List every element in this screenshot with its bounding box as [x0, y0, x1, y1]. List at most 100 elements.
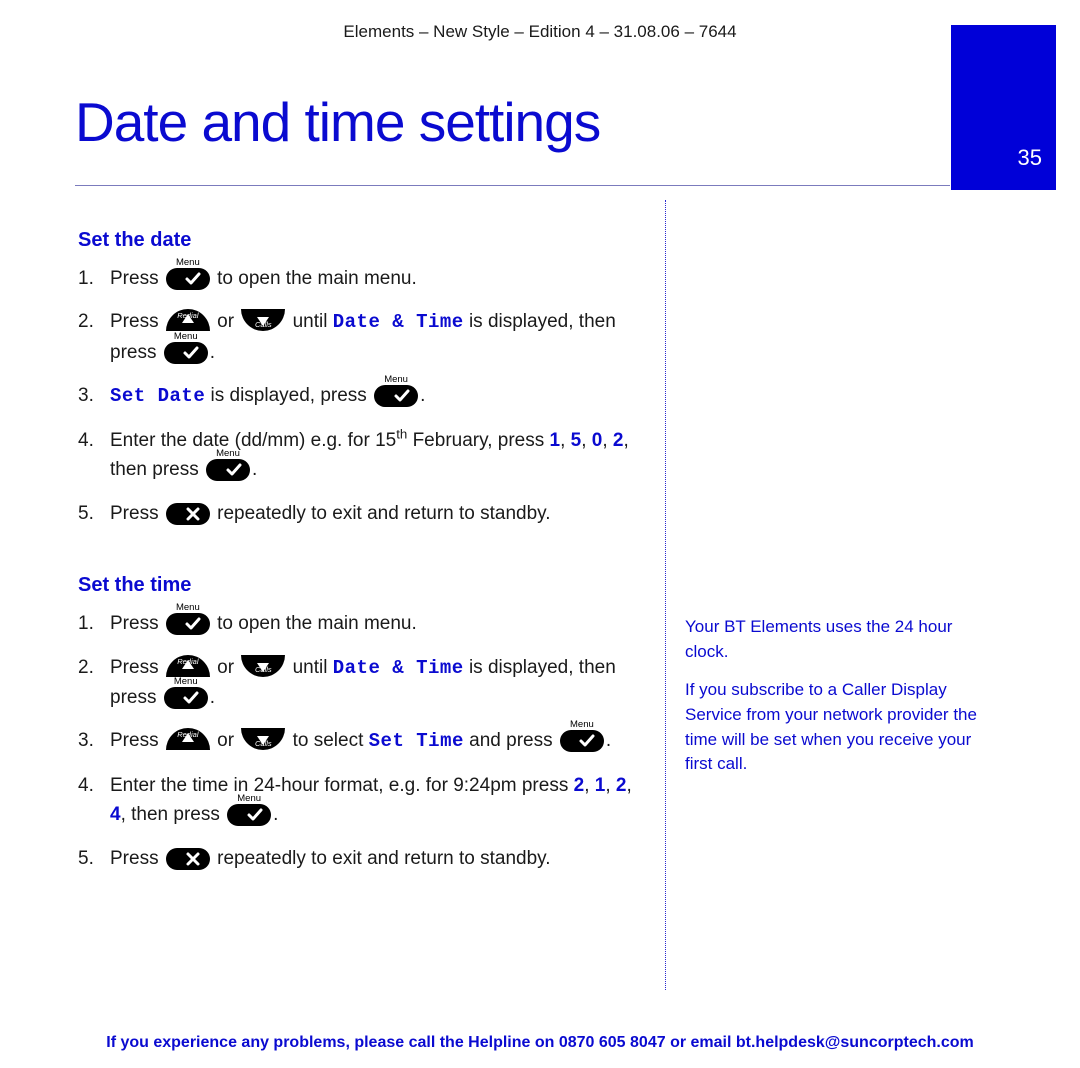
txt: to open the main menu. [217, 268, 417, 289]
step: Enter the time in 24-hour format, e.g. f… [78, 771, 638, 830]
step: Press repeatedly to exit and return to s… [78, 499, 638, 528]
cancel-cross-icon [166, 848, 210, 870]
steps-set-date: Press Menu to open the main menu. Press … [78, 264, 638, 528]
txt: . [273, 804, 278, 825]
sidebar-note: Your BT Elements uses the 24 hour clock. [685, 615, 985, 664]
txt: or [217, 311, 239, 332]
down-calls-icon: Calls [241, 728, 285, 750]
txt: th [396, 426, 407, 441]
txt: press [110, 687, 156, 708]
footer-help: If you experience any problems, please c… [0, 1034, 1080, 1052]
digit: 0 [592, 430, 603, 451]
txt: until [293, 657, 333, 678]
txt: Press [110, 730, 159, 751]
step: Press Redial or Calls until Date & Time … [78, 653, 638, 713]
icon-caption: Menu [166, 258, 210, 268]
txt: February, press [407, 430, 549, 451]
icon-caption: Menu [374, 375, 418, 385]
txt: , [602, 430, 613, 451]
step: Enter the date (dd/mm) e.g. for 15th Feb… [78, 426, 638, 485]
step: Press Redial or Calls until Date & Time … [78, 307, 638, 367]
digit: 2 [574, 775, 585, 796]
menu-check-icon: Menu [164, 342, 208, 364]
icon-caption: Menu [164, 677, 208, 687]
txt: Enter the time in 24-hour format, e.g. f… [110, 775, 574, 796]
menu-check-icon: Menu [164, 687, 208, 709]
txt: . [210, 342, 215, 363]
page-number: 35 [1018, 145, 1042, 171]
doc-header: Elements – New Style – Edition 4 – 31.08… [0, 22, 1080, 42]
txt: . [252, 459, 257, 480]
txt: is displayed, then [469, 311, 616, 332]
steps-set-time: Press Menu to open the main menu. Press … [78, 609, 638, 873]
menu-check-icon: Menu [560, 730, 604, 752]
txt: or [217, 657, 239, 678]
txt: . [606, 730, 611, 751]
txt: or [217, 730, 239, 751]
lcd-text: Date & Time [333, 657, 464, 679]
up-redial-icon: Redial [166, 309, 210, 331]
sidebar-note: If you subscribe to a Caller Display Ser… [685, 678, 985, 777]
txt: Press [110, 503, 159, 524]
menu-check-icon: Menu [166, 613, 210, 635]
up-redial-icon: Redial [166, 728, 210, 750]
icon-caption: Menu [560, 720, 604, 730]
icon-caption: Menu [227, 794, 271, 804]
title-rule [75, 185, 950, 186]
lcd-text: Set Time [369, 730, 464, 752]
txt: Enter the date (dd/mm) e.g. for 15 [110, 430, 396, 451]
main-column: Set the date Press Menu to open the main… [78, 225, 638, 915]
menu-check-icon: Menu [374, 385, 418, 407]
page-title: Date and time settings [75, 90, 600, 154]
txt: Press [110, 848, 159, 869]
sidebar-notes: Your BT Elements uses the 24 hour clock.… [685, 615, 985, 791]
icon-caption: Menu [166, 603, 210, 613]
digit: 2 [613, 430, 624, 451]
txt: until [293, 311, 333, 332]
txt: repeatedly to exit and return to standby… [217, 848, 550, 869]
txt: to open the main menu. [217, 613, 417, 634]
txt: , [626, 775, 631, 796]
step: Set Date is displayed, press Menu . [78, 381, 638, 411]
txt: is displayed, then [469, 657, 616, 678]
txt: repeatedly to exit and return to standby… [217, 503, 550, 524]
lcd-text: Date & Time [333, 311, 464, 333]
cancel-cross-icon [166, 503, 210, 525]
down-calls-icon: Calls [241, 655, 285, 677]
txt: , [560, 430, 571, 451]
txt: . [210, 687, 215, 708]
menu-check-icon: Menu [227, 804, 271, 826]
digit: 4 [110, 804, 121, 825]
step: Press Menu to open the main menu. [78, 609, 638, 638]
txt: press [110, 342, 156, 363]
digit: 2 [616, 775, 627, 796]
menu-check-icon: Menu [206, 459, 250, 481]
icon-caption: Menu [206, 449, 250, 459]
heading-set-time: Set the time [78, 570, 638, 601]
txt: to select [293, 730, 369, 751]
heading-set-date: Set the date [78, 225, 638, 256]
txt: Press [110, 268, 159, 289]
step: Press repeatedly to exit and return to s… [78, 844, 638, 873]
txt: Press [110, 657, 159, 678]
txt: , [605, 775, 616, 796]
txt: is displayed, press [211, 385, 373, 406]
digit: 5 [571, 430, 582, 451]
txt: . [420, 385, 425, 406]
step: Press Redial or Calls to select Set Time… [78, 726, 638, 756]
txt: Press [110, 613, 159, 634]
txt: , [581, 430, 592, 451]
txt: , then press [121, 804, 226, 825]
txt: Press [110, 311, 159, 332]
vertical-separator [665, 200, 666, 990]
step: Press Menu to open the main menu. [78, 264, 638, 293]
txt: and press [469, 730, 558, 751]
digit: 1 [550, 430, 561, 451]
digit: 1 [595, 775, 606, 796]
txt: , [584, 775, 595, 796]
menu-check-icon: Menu [166, 268, 210, 290]
down-calls-icon: Calls [241, 309, 285, 331]
icon-caption: Menu [164, 332, 208, 342]
up-redial-icon: Redial [166, 655, 210, 677]
lcd-text: Set Date [110, 385, 205, 407]
